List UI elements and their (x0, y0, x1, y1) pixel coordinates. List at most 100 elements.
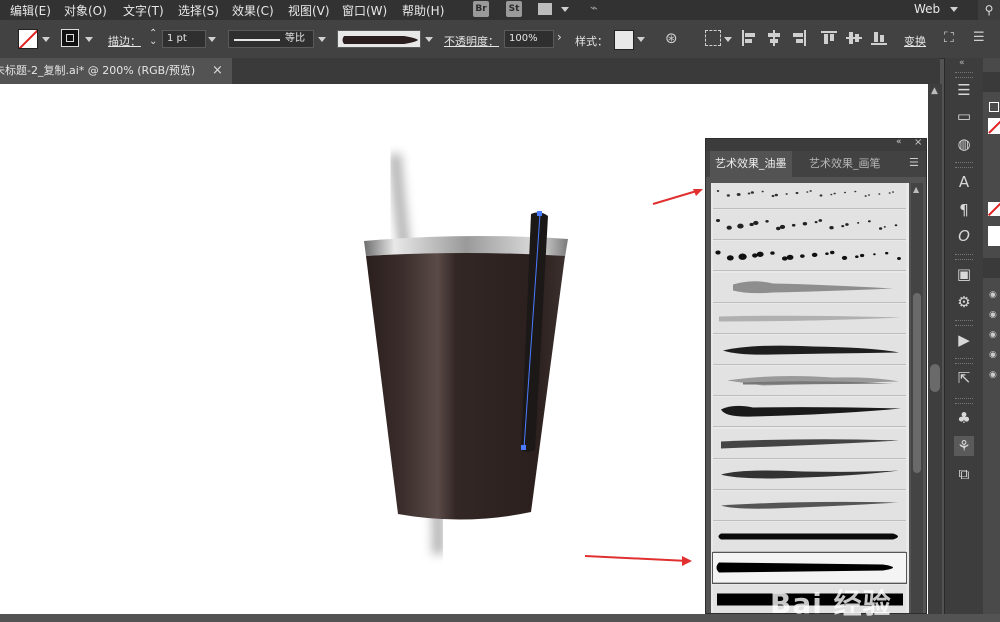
brush-item[interactable] (713, 366, 906, 397)
chevron-down-icon[interactable] (561, 7, 569, 12)
layers-menu-icon[interactable]: ☰ (954, 80, 974, 100)
dock-grip[interactable] (955, 254, 973, 260)
align-horizontal-center-icon[interactable] (766, 30, 782, 46)
align-right-icon[interactable] (791, 30, 807, 46)
dock-grip[interactable] (955, 398, 973, 404)
chevron-down-icon[interactable] (208, 37, 216, 42)
align-to-selection-icon[interactable] (705, 30, 721, 46)
menu-edit[interactable]: 编辑(E) (10, 2, 51, 19)
opacity-label[interactable]: 不透明度： (444, 33, 499, 49)
symbols-library-icon[interactable]: ▣ (954, 264, 974, 284)
stroke-stepper-icon[interactable]: ⌃ ⌄ (149, 29, 157, 47)
recolor-artwork-icon[interactable]: ⊛ (665, 29, 683, 47)
brush-item[interactable] (713, 183, 906, 209)
panel-header[interactable] (983, 258, 1000, 278)
visibility-eye-icon[interactable]: ◉ (989, 330, 997, 340)
stroke-swatch[interactable] (61, 29, 79, 47)
export-icon[interactable]: ⇱ (954, 368, 974, 388)
close-icon[interactable]: × (212, 58, 223, 84)
menu-effect[interactable]: 效果(C) (232, 2, 274, 19)
search-icon[interactable]: ⚲ (978, 0, 1000, 20)
anchor-point-top[interactable] (537, 211, 542, 216)
menu-help[interactable]: 帮助(H) (402, 2, 444, 19)
panel-header[interactable]: « × (706, 137, 926, 151)
scroll-up-icon[interactable]: ▲ (913, 185, 919, 194)
paragraph-icon[interactable]: ¶ (954, 200, 974, 220)
brush-item[interactable] (713, 428, 906, 459)
align-top-icon[interactable] (821, 30, 837, 46)
stroke-label[interactable]: 描边： (108, 33, 141, 49)
chevron-right-icon[interactable]: › (557, 30, 562, 44)
settings-gear-icon[interactable]: ⚙ (954, 292, 974, 312)
brush-item[interactable] (713, 522, 906, 553)
opacity-field[interactable]: 100% (504, 30, 554, 48)
dock-grip[interactable] (955, 358, 973, 364)
dock-grip[interactable] (955, 162, 973, 168)
canvas-vertical-scrollbar[interactable]: ▲ (928, 84, 942, 614)
scroll-up-icon[interactable]: ▲ (931, 86, 938, 96)
anchor-point-bottom[interactable] (521, 445, 526, 450)
workspace-switcher[interactable]: Web (914, 2, 940, 16)
dock-grip[interactable] (955, 320, 973, 326)
control-panel-menu-icon[interactable]: ☰ (973, 30, 989, 46)
brush-item[interactable] (713, 491, 906, 521)
chevron-down-icon[interactable] (637, 37, 645, 42)
collapse-icon[interactable]: « (896, 137, 902, 147)
visibility-eye-icon[interactable]: ◉ (989, 310, 997, 320)
panel-header[interactable] (983, 72, 1000, 92)
brush-list[interactable] (711, 183, 909, 613)
visibility-eye-icon[interactable]: ◉ (989, 290, 997, 300)
arrange-documents-icon[interactable] (538, 3, 552, 15)
chevron-down-icon[interactable] (950, 7, 958, 12)
brush-item[interactable] (713, 303, 906, 334)
align-vertical-center-icon[interactable] (846, 30, 862, 46)
variable-width-profile[interactable]: 等比 (228, 30, 314, 48)
chevron-down-icon[interactable] (318, 37, 326, 42)
gradient-icon[interactable]: ▭ (954, 106, 974, 126)
character-icon[interactable]: A (954, 172, 974, 192)
transparency-icon[interactable]: ◍ (954, 134, 974, 154)
close-icon[interactable]: × (914, 137, 922, 148)
brush-item[interactable] (713, 210, 906, 241)
align-bottom-icon[interactable] (871, 30, 887, 46)
color-swatch[interactable] (988, 226, 1000, 246)
chevron-down-icon[interactable] (42, 37, 50, 42)
stroke-weight-field[interactable]: 1 pt (162, 30, 206, 48)
brushes-icon[interactable]: ⚘ (954, 436, 974, 456)
fill-none-swatch[interactable] (988, 118, 1000, 134)
fill-none-swatch[interactable] (18, 29, 38, 49)
actions-play-icon[interactable]: ▶ (954, 330, 974, 350)
panel-menu-icon[interactable]: ☰ (909, 156, 919, 169)
brush-item[interactable] (713, 241, 906, 272)
visibility-eye-icon[interactable]: ◉ (989, 370, 997, 380)
opentype-icon[interactable]: O (954, 226, 974, 246)
document-tab[interactable]: 未标题-2_复制.ai* @ 200% (RGB/预览) × (0, 58, 232, 84)
tab-art-brush[interactable]: 艺术效果_画笔 (804, 151, 886, 177)
brush-item[interactable] (713, 335, 906, 365)
graphic-style-swatch[interactable] (614, 30, 634, 50)
brush-item[interactable] (713, 397, 906, 428)
brush-list-scrollbar[interactable]: ▲ (911, 183, 923, 613)
default-colors-icon[interactable] (989, 102, 999, 112)
dock-grip[interactable] (955, 72, 973, 78)
brush-definition[interactable] (337, 30, 421, 48)
chevron-down-icon[interactable] (85, 37, 93, 42)
symbols-club-icon[interactable]: ♣ (954, 408, 974, 428)
bridge-badge[interactable]: Br (473, 1, 489, 17)
scrollbar-thumb[interactable] (913, 293, 921, 473)
isolate-selected-icon[interactable]: ⛶ (944, 30, 960, 46)
brush-item[interactable] (713, 459, 906, 490)
scrollbar-thumb[interactable] (930, 364, 940, 392)
stroke-none-swatch[interactable] (988, 202, 1000, 216)
gpu-performance-icon[interactable]: ⌁ (590, 2, 606, 16)
align-left-icon[interactable] (741, 30, 757, 46)
chevron-down-icon[interactable] (425, 37, 433, 42)
menu-window[interactable]: 窗口(W) (342, 2, 387, 19)
expand-dock-icon[interactable]: « (959, 58, 965, 68)
visibility-eye-icon[interactable]: ◉ (989, 350, 997, 360)
tab-art-ink[interactable]: 艺术效果_油墨 (710, 151, 792, 177)
transform-link[interactable]: 变换 (904, 33, 926, 49)
menu-select[interactable]: 选择(S) (178, 2, 219, 19)
stock-badge[interactable]: St (506, 1, 522, 17)
menu-object[interactable]: 对象(O) (64, 2, 107, 19)
